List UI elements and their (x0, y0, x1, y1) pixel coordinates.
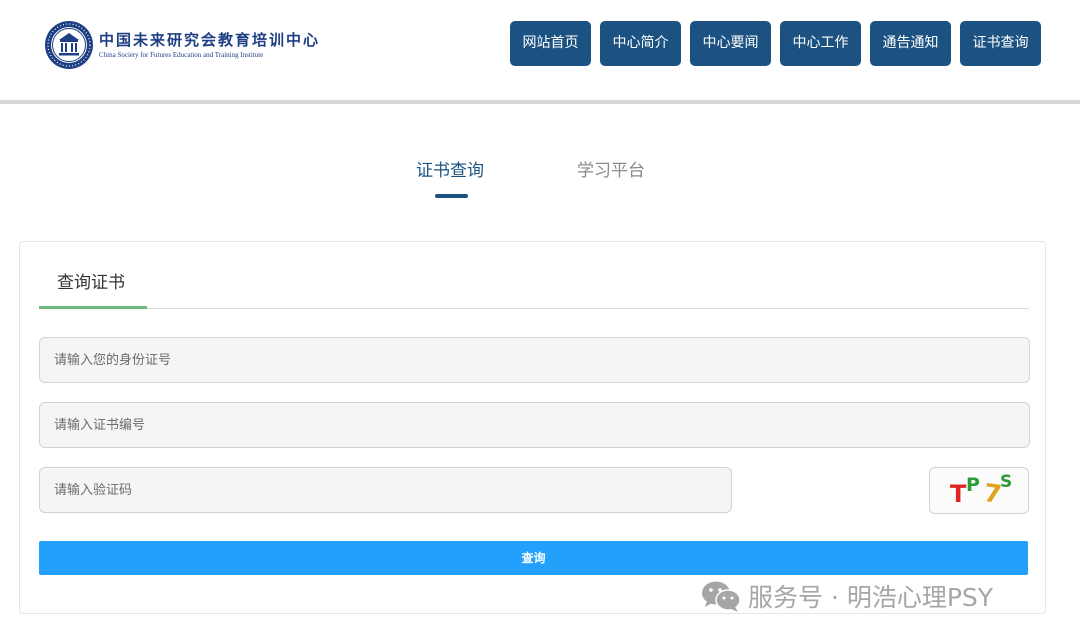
tab-learning-platform[interactable]: 学习平台 (577, 158, 645, 184)
site-header: 中国未来研究会教育培训中心 China Society for Futures … (0, 0, 1080, 100)
captcha-char: S (1000, 472, 1013, 492)
tab-certificate-query[interactable]: 证书查询 (416, 158, 484, 184)
main-nav: 网站首页 中心简介 中心要闻 中心工作 通告通知 证书查询 (510, 21, 1041, 66)
watermark: 服务号 · 明浩心理PSY (700, 576, 993, 616)
site-logo[interactable]: 中国未来研究会教育培训中心 China Society for Futures … (44, 20, 320, 70)
captcha-image[interactable]: T P 7 S (929, 467, 1029, 514)
wechat-icon (702, 581, 741, 612)
active-tab-indicator (435, 194, 468, 198)
nav-about[interactable]: 中心简介 (600, 21, 681, 66)
nav-work[interactable]: 中心工作 (780, 21, 861, 66)
query-form-title[interactable]: 查询证书 (57, 272, 125, 294)
logo-chinese-name: 中国未来研究会教育培训中心 (99, 30, 321, 49)
nav-news[interactable]: 中心要闻 (690, 21, 771, 66)
id-number-input[interactable] (39, 337, 1030, 383)
certificate-number-input[interactable] (39, 402, 1030, 448)
query-card: 查询证书 T P 7 S 查询 (19, 241, 1046, 614)
header-divider (0, 100, 1080, 104)
captcha-char: P (966, 474, 980, 496)
nav-home[interactable]: 网站首页 (510, 21, 591, 66)
captcha-char: T (950, 480, 967, 508)
watermark-text: 服务号 · 明浩心理PSY (748, 583, 994, 612)
card-tab-active-indicator (39, 306, 147, 309)
query-button[interactable]: 查询 (39, 541, 1028, 575)
logo-english-name: China Society for Futures Education and … (99, 50, 264, 59)
institution-emblem-icon (45, 21, 93, 69)
card-tab-divider (39, 308, 1029, 309)
section-tabs: 证书查询 学习平台 (0, 158, 1080, 203)
nav-notices[interactable]: 通告通知 (870, 21, 951, 66)
captcha-input[interactable] (39, 467, 732, 513)
nav-certificate-query[interactable]: 证书查询 (960, 21, 1041, 66)
